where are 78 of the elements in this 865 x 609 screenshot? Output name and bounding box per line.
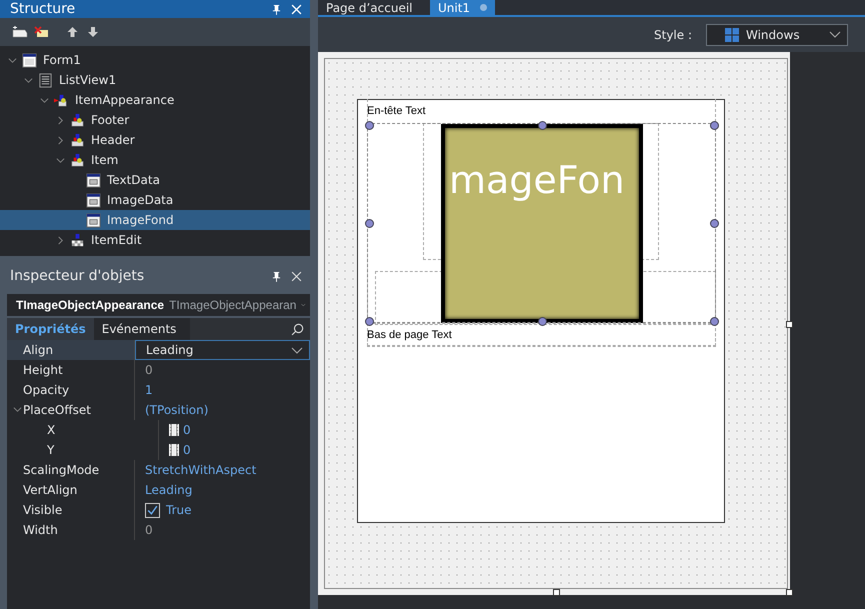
property-value-cell[interactable]: 0	[159, 440, 310, 460]
tree-item[interactable]: Form1	[0, 50, 310, 70]
add-item-icon[interactable]	[12, 26, 28, 38]
property-value-cell[interactable]: StretchWithAspect	[135, 460, 310, 480]
object-selector[interactable]: TImageObjectAppearance TImageObjectAppearan	[7, 294, 310, 316]
property-name-cell[interactable]: PlaceOffset	[7, 400, 135, 420]
window-icon	[86, 172, 101, 188]
property-name-cell[interactable]: VertAlign	[7, 480, 135, 500]
tab[interactable]: Propriétés	[7, 318, 94, 340]
style-label: Style :	[654, 28, 692, 42]
search-icon	[291, 322, 304, 336]
search-field[interactable]	[190, 318, 310, 340]
component-icon	[70, 152, 85, 168]
chevron-down-icon	[291, 346, 303, 354]
pin-icon[interactable]	[272, 270, 281, 282]
tree-item[interactable]: ItemAppearance	[0, 90, 310, 110]
collapse-chevron-icon[interactable]	[8, 56, 16, 64]
editor-tab[interactable]: Unit1	[430, 0, 495, 15]
collapse-chevron-icon[interactable]	[24, 76, 32, 84]
property-name-cell[interactable]: ScalingMode	[7, 460, 135, 480]
property-value-cell[interactable]: 0	[135, 520, 310, 540]
collapse-chevron-icon[interactable]	[56, 156, 64, 164]
modified-dot-icon	[480, 4, 487, 11]
property-name-cell[interactable]: Width	[7, 520, 135, 540]
windows-logo-icon	[725, 28, 739, 42]
pin-icon[interactable]	[272, 4, 281, 14]
value-dropdown[interactable]: Leading	[135, 340, 310, 360]
property-value-cell[interactable]: (TPosition)	[135, 400, 310, 420]
image-caption: mageFon	[449, 158, 625, 202]
property-name-cell[interactable]: Y	[7, 440, 159, 460]
tree-item[interactable]: ItemEdit	[0, 230, 310, 250]
property-value-cell[interactable]: 0	[135, 360, 310, 380]
tree-item[interactable]: ImageFond	[0, 210, 310, 230]
panel-title: Inspecteur d'objets	[10, 268, 144, 284]
property-name-cell[interactable]: Height	[7, 360, 135, 380]
expand-chevron-icon[interactable]	[56, 116, 64, 124]
footer-text: Bas de page Text	[367, 329, 452, 341]
spin-icon[interactable]	[169, 424, 179, 436]
component-icon	[70, 132, 85, 148]
list-icon	[38, 72, 53, 88]
property-value-cell[interactable]: Leading	[135, 480, 310, 500]
delete-item-icon[interactable]	[34, 26, 50, 38]
tree-item[interactable]: Footer	[0, 110, 310, 130]
resize-handle[interactable]	[786, 321, 793, 328]
expand-chevron-icon[interactable]	[56, 236, 64, 244]
tree-item[interactable]: ImageData	[0, 190, 310, 210]
property-name-cell[interactable]: X	[7, 420, 159, 440]
property-value-cell[interactable]: True	[135, 500, 310, 520]
collapse-chevron-icon[interactable]	[13, 405, 22, 414]
tree-item[interactable]: Header	[0, 130, 310, 150]
tree-item[interactable]: ListView1	[0, 70, 310, 90]
property-name-cell[interactable]: Align	[7, 340, 135, 360]
component-icon	[70, 232, 85, 248]
property-name-cell[interactable]: Opacity	[7, 380, 135, 400]
up-arrow-icon[interactable]	[66, 26, 79, 38]
style-dropdown[interactable]: Windows	[706, 24, 848, 46]
resize-handle[interactable]	[786, 589, 793, 596]
form-icon	[22, 52, 37, 68]
spin-icon[interactable]	[169, 444, 179, 456]
chevron-down-icon	[829, 31, 841, 38]
editor-tab[interactable]: Page d’accueil	[318, 0, 430, 15]
expand-chevron-icon[interactable]	[56, 136, 64, 144]
header-text: En-tête Text	[367, 105, 426, 117]
tree-item[interactable]: Item	[0, 150, 310, 170]
resize-handle[interactable]	[553, 589, 560, 596]
tree-item[interactable]: TextData	[0, 170, 310, 190]
property-value-cell[interactable]: 1	[135, 380, 310, 400]
component-icon	[54, 92, 69, 108]
checkbox[interactable]	[145, 502, 160, 518]
window-icon	[86, 212, 101, 228]
collapse-chevron-icon[interactable]	[40, 96, 48, 104]
property-value-cell[interactable]: 0	[159, 420, 310, 440]
window-icon	[86, 192, 101, 208]
component-icon	[70, 112, 85, 128]
panel-title: Structure	[10, 1, 76, 17]
chevron-down-icon	[301, 302, 306, 308]
property-name-cell[interactable]: Visible	[7, 500, 135, 520]
close-icon[interactable]	[291, 270, 302, 282]
